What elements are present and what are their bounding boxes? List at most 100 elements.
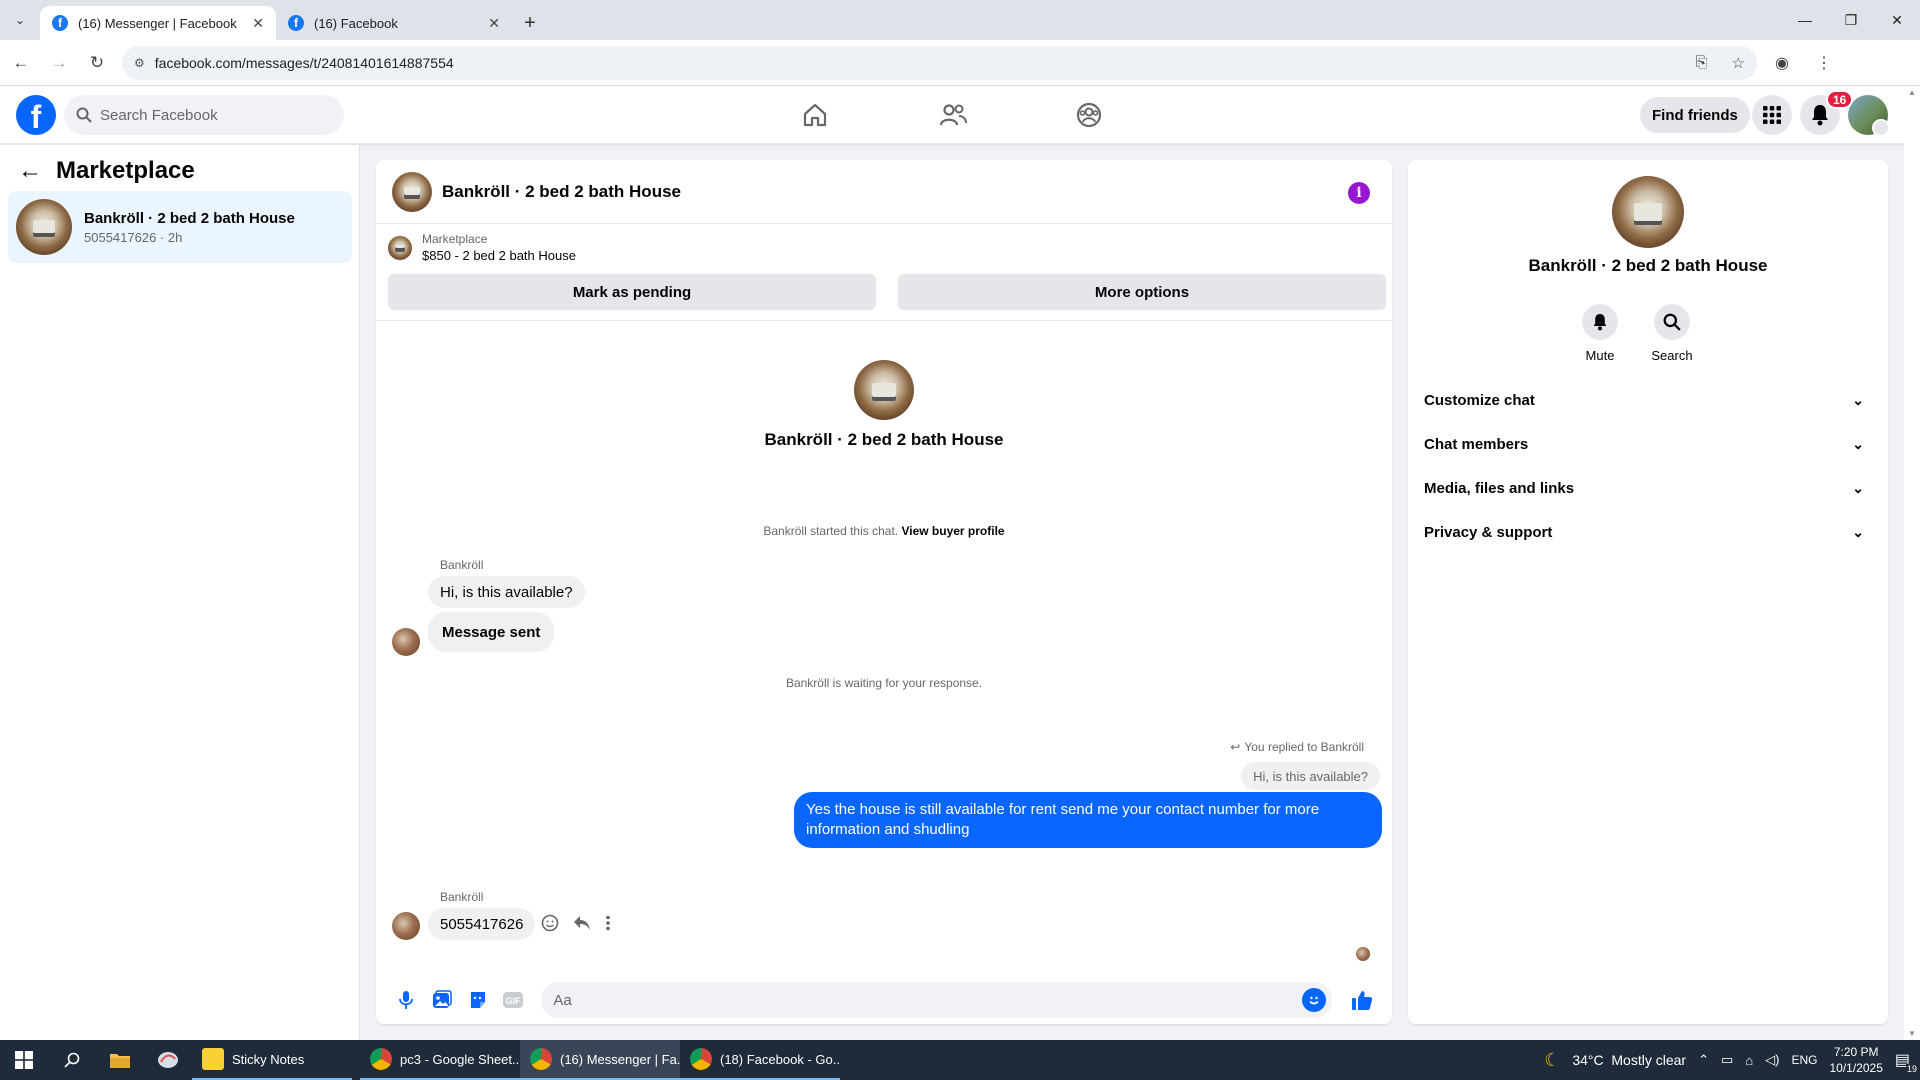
taskbar-app-sticky-notes[interactable]: Sticky Notes — [192, 1040, 352, 1080]
chat-profile-avatar[interactable] — [854, 360, 914, 420]
chrome-icon — [530, 1048, 552, 1070]
home-nav-icon[interactable] — [760, 86, 870, 144]
message-bubble[interactable]: Hi, is this available? — [428, 576, 585, 608]
tab-label: (16) Messenger | Facebook — [78, 15, 237, 31]
mute-label: Mute — [1585, 348, 1615, 363]
sticky-notes-icon — [202, 1048, 224, 1070]
section-media-files-links[interactable]: Media, files and links ⌄ — [1424, 466, 1872, 510]
chrome-icon — [690, 1048, 712, 1070]
listing-banner[interactable]: Marketplace $850 - 2 bed 2 bath House — [388, 232, 576, 263]
mute-button[interactable]: Mute — [1570, 304, 1630, 363]
search-conversation-button[interactable]: Search — [1642, 304, 1702, 363]
network-icon[interactable]: ⌂ — [1745, 1053, 1753, 1068]
taskbar-search-icon[interactable] — [48, 1040, 96, 1080]
search-box[interactable] — [64, 95, 344, 135]
taskbar-app-chrome-sheets[interactable]: pc3 - Google Sheet... — [360, 1040, 520, 1080]
restore-icon[interactable]: ❐ — [1828, 0, 1874, 40]
forward-icon[interactable]: → — [42, 46, 76, 80]
emoji-icon[interactable] — [1302, 988, 1327, 1012]
minimize-icon[interactable]: — — [1782, 0, 1828, 40]
taskbar-app-chrome-facebook[interactable]: (18) Facebook - Go... — [680, 1040, 840, 1080]
tab-messenger[interactable]: f (16) Messenger | Facebook ✕ — [40, 6, 276, 40]
tab-facebook[interactable]: f (16) Facebook ✕ — [276, 6, 512, 40]
menu-grid-icon[interactable] — [1752, 95, 1792, 135]
conversation-info-icon[interactable]: i — [1348, 182, 1370, 204]
facebook-logo-icon[interactable]: f — [16, 95, 56, 135]
notification-badge: 16 — [1826, 90, 1854, 109]
bookmark-star-icon[interactable]: ☆ — [1732, 54, 1745, 72]
back-arrow-icon[interactable]: ← — [18, 157, 42, 185]
gif-icon[interactable]: GIF — [496, 982, 532, 1018]
action-center-icon[interactable]: ▤ 19 — [1895, 1050, 1918, 1074]
section-privacy-support[interactable]: Privacy & support ⌄ — [1424, 510, 1872, 554]
chat-avatar[interactable] — [392, 171, 432, 212]
section-customize-chat[interactable]: Customize chat ⌄ — [1424, 378, 1872, 422]
message-input-box[interactable] — [541, 982, 1333, 1018]
close-window-icon[interactable]: ✕ — [1874, 0, 1920, 40]
react-emoji-icon[interactable] — [541, 914, 559, 932]
tab-search-dropdown[interactable]: ⌄ — [0, 0, 40, 40]
conversation-info-panel: Bankröll · 2 bed 2 bath House Mute Searc… — [1408, 160, 1888, 1024]
sender-avatar[interactable] — [392, 628, 420, 656]
thumbs-up-icon[interactable] — [1344, 982, 1380, 1018]
view-buyer-profile-link[interactable]: View buyer profile — [901, 524, 1004, 538]
find-friends-button[interactable]: Find friends — [1640, 97, 1750, 133]
chevron-down-icon: ⌄ — [1852, 479, 1864, 496]
friends-nav-icon[interactable] — [898, 86, 1008, 144]
conversation-item[interactable]: Bankröll · 2 bed 2 bath House 5055417626… — [8, 191, 352, 263]
sidebar-title: Marketplace — [56, 157, 195, 184]
search-icon — [76, 107, 92, 123]
message-bubble[interactable]: 5055417626 — [428, 908, 536, 940]
sender-avatar[interactable] — [392, 912, 420, 940]
weather-text[interactable]: 34°C Mostly clear — [1572, 1052, 1686, 1068]
clock[interactable]: 7:20 PM 10/1/2025 — [1829, 1044, 1882, 1076]
taskbar-app-chrome-messenger[interactable]: (16) Messenger | Fa... — [520, 1040, 680, 1080]
tray-chevron-up-icon[interactable]: ⌃ — [1698, 1052, 1709, 1068]
quoted-message[interactable]: Hi, is this available? — [1241, 762, 1380, 790]
meet-now-icon[interactable]: ▭ — [1721, 1052, 1733, 1068]
action-center-count: 19 — [1905, 1064, 1918, 1074]
install-app-icon[interactable]: ⎘ — [1696, 54, 1708, 71]
profile-icon[interactable]: ◉ — [1765, 46, 1799, 80]
chat-header: Bankröll · 2 bed 2 bath House — [376, 160, 1392, 224]
account-avatar[interactable] — [1848, 95, 1890, 137]
address-bar[interactable]: ⚙ facebook.com/messages/t/24081401614887… — [122, 45, 1757, 80]
section-chat-members[interactable]: Chat members ⌄ — [1424, 422, 1872, 466]
browser-menu-icon[interactable]: ⋮ — [1807, 46, 1841, 80]
volume-icon[interactable]: ◁) — [1765, 1052, 1779, 1068]
info-avatar[interactable] — [1612, 176, 1684, 248]
reload-icon[interactable]: ↻ — [80, 46, 114, 80]
search-input[interactable] — [100, 106, 320, 124]
file-explorer-icon[interactable] — [96, 1040, 144, 1080]
page-scrollbar[interactable] — [1904, 86, 1920, 1040]
more-options-button[interactable]: More options — [898, 274, 1386, 310]
site-info-icon[interactable]: ⚙ — [134, 56, 145, 70]
chat-profile-name: Bankröll · 2 bed 2 bath House — [764, 430, 1004, 449]
new-tab-button[interactable]: + — [512, 6, 548, 40]
tab-close-icon[interactable]: ✕ — [252, 15, 264, 32]
browser-toolbar: ← → ↻ ⚙ facebook.com/messages/t/24081401… — [0, 40, 1920, 86]
weather-icon[interactable]: ☾ — [1544, 1050, 1560, 1071]
reply-note: ↩ You replied to Bankröll — [1230, 740, 1364, 754]
message-input[interactable] — [553, 991, 1294, 1009]
message-bubble[interactable]: Message sent — [428, 612, 555, 652]
window-controls: — ❐ ✕ — [1782, 0, 1920, 40]
language-indicator[interactable]: ENG — [1791, 1053, 1817, 1067]
reply-icon[interactable] — [573, 915, 591, 931]
photo-attach-icon[interactable] — [424, 982, 460, 1018]
mark-pending-button[interactable]: Mark as pending — [388, 274, 876, 310]
section-label: Media, files and links — [1424, 479, 1575, 497]
reply-arrow-icon: ↩ — [1230, 740, 1241, 754]
groups-nav-icon[interactable] — [1034, 86, 1144, 144]
back-icon[interactable]: ← — [4, 46, 38, 80]
microphone-icon[interactable] — [388, 982, 424, 1018]
section-label: Privacy & support — [1424, 523, 1553, 541]
chat-title[interactable]: Bankröll · 2 bed 2 bath House — [442, 182, 681, 202]
sticker-icon[interactable] — [460, 982, 496, 1018]
app-icon[interactable] — [144, 1040, 192, 1080]
clock-time: 7:20 PM — [1833, 1045, 1879, 1059]
my-message-bubble[interactable]: Yes the house is still available for ren… — [794, 792, 1382, 848]
more-dots-icon[interactable] — [605, 915, 611, 931]
windows-start-icon[interactable] — [0, 1040, 48, 1080]
tab-close-icon[interactable]: ✕ — [488, 15, 500, 32]
